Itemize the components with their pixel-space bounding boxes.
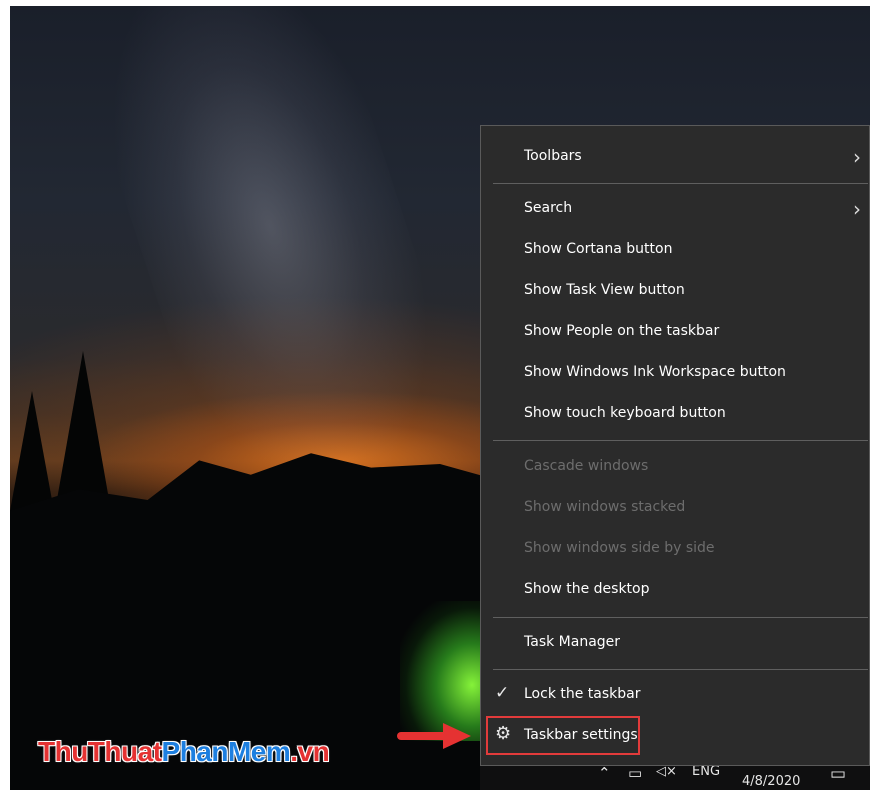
menu-item-lock-taskbar[interactable]: ✓ Lock the taskbar xyxy=(481,677,870,713)
menu-separator xyxy=(493,669,868,670)
chevron-up-icon[interactable]: ⌃ xyxy=(598,764,611,782)
menu-item-show-people[interactable]: Show People on the taskbar xyxy=(481,314,870,350)
menu-item-task-manager[interactable]: Task Manager xyxy=(481,625,870,661)
milky-way xyxy=(66,6,474,514)
taskbar-tray: ⌃ ▭ ◁× ENG 4/8/2020 ▭ xyxy=(480,762,870,790)
chevron-right-icon: › xyxy=(853,145,861,169)
menu-item-show-windows-ink[interactable]: Show Windows Ink Workspace button xyxy=(481,355,870,391)
pine-tree xyxy=(55,351,111,511)
menu-item-toolbars[interactable]: Toolbars › xyxy=(481,139,870,175)
pine-tree xyxy=(10,391,54,511)
taskbar-context-menu: Toolbars › Search › Show Cortana button … xyxy=(480,125,870,766)
menu-separator xyxy=(493,183,868,184)
chevron-right-icon: › xyxy=(853,197,861,221)
watermark-logo: ThuThuatPhanMem.vn xyxy=(38,736,330,767)
volume-muted-icon[interactable]: ◁× xyxy=(656,764,677,779)
notification-icon[interactable]: ▭ xyxy=(830,764,846,784)
menu-separator xyxy=(493,440,868,441)
menu-item-search[interactable]: Search › xyxy=(481,191,870,227)
menu-item-cascade-windows: Cascade windows xyxy=(524,458,649,474)
menu-item-show-desktop[interactable]: Show the desktop xyxy=(481,572,870,608)
highlight-box xyxy=(486,716,640,755)
menu-item-show-windows-side-by-side: Show windows side by side xyxy=(524,540,715,556)
menu-item-show-task-view-button[interactable]: Show Task View button xyxy=(481,273,870,309)
clock-date[interactable]: 4/8/2020 xyxy=(742,774,800,789)
language-indicator[interactable]: ENG xyxy=(692,764,720,779)
menu-separator xyxy=(493,617,868,618)
menu-item-show-touch-keyboard[interactable]: Show touch keyboard button xyxy=(481,396,870,432)
menu-item-show-windows-stacked: Show windows stacked xyxy=(524,499,686,515)
network-icon[interactable]: ▭ xyxy=(628,764,642,782)
menu-item-show-cortana-button[interactable]: Show Cortana button xyxy=(481,232,870,268)
red-arrow-pointer xyxy=(397,723,471,749)
checkmark-icon: ✓ xyxy=(495,683,510,703)
